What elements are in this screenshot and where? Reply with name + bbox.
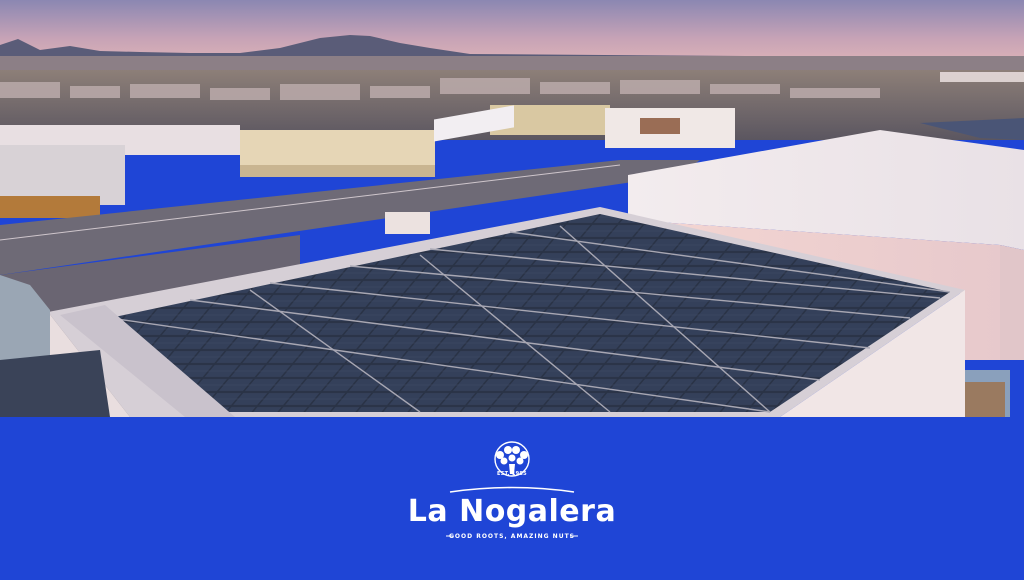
brand-banner: EST. 1985 La Nogalera GOOD ROOTS, AMAZIN… [0,417,1024,580]
brand-logo: EST. 1985 La Nogalera GOOD ROOTS, AMAZIN… [0,417,1024,580]
hero-photo [0,0,1024,417]
solar-rooftop-photo [0,0,1024,417]
established-label: EST. 1985 [497,471,527,477]
brand-tagline: GOOD ROOTS, AMAZING NUTS [449,533,575,540]
brand-name: La Nogalera [407,494,617,529]
